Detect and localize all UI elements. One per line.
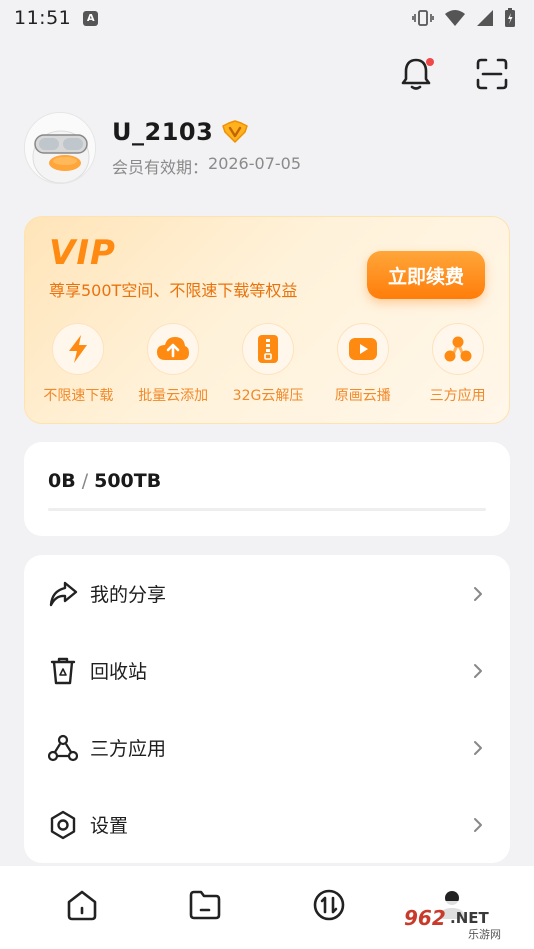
nav-home[interactable] bbox=[52, 875, 112, 935]
profile-info: U_2103 会员有效期： 2026-07-05 bbox=[112, 118, 301, 178]
a-icon: A bbox=[83, 10, 99, 26]
nav-files[interactable] bbox=[175, 875, 235, 935]
feature-third-party-apps[interactable]: 三方应用 bbox=[410, 323, 505, 405]
transfer-icon bbox=[313, 889, 345, 920]
storage-progress-bar bbox=[48, 508, 486, 511]
lightning-icon bbox=[52, 323, 105, 375]
signal-icon bbox=[477, 10, 493, 26]
top-actions bbox=[396, 54, 512, 94]
recycle-bin-icon bbox=[48, 656, 78, 686]
member-expiry: 会员有效期： 2026-07-05 bbox=[112, 154, 301, 178]
feature-unlimited-download[interactable]: 不限速下载 bbox=[31, 323, 126, 405]
feature-label: 批量云添加 bbox=[138, 388, 209, 404]
member-expiry-date: 2026-07-05 bbox=[208, 154, 301, 173]
status-icons bbox=[412, 8, 516, 28]
profile-header[interactable]: U_2103 会员有效期： 2026-07-05 bbox=[24, 112, 301, 184]
member-label: 会员有效期： bbox=[112, 158, 209, 177]
vip-description: 尊享500T空间、不限速下载等权益 bbox=[49, 281, 298, 300]
storage-used: 0B bbox=[48, 470, 76, 492]
scan-icon bbox=[476, 58, 508, 90]
menu-label: 我的分享 bbox=[90, 584, 167, 606]
storage-usage: 0B/500TB bbox=[48, 470, 161, 492]
nav-transfer[interactable] bbox=[299, 875, 359, 935]
menu-label: 设置 bbox=[90, 815, 129, 837]
feature-label: 三方应用 bbox=[429, 388, 486, 404]
notification-button[interactable] bbox=[396, 54, 436, 94]
menu-card: 我的分享 回收站 三方应用 设置 bbox=[24, 555, 510, 863]
feature-label: 原画云播 bbox=[334, 388, 391, 404]
svg-text:乐游网: 乐游网 bbox=[468, 928, 501, 941]
menu-item-third-party-apps[interactable]: 三方应用 bbox=[24, 709, 510, 786]
svg-text:.NET: .NET bbox=[450, 909, 489, 927]
watermark-logo: 962 .NET 乐游网 bbox=[398, 901, 526, 941]
menu-item-recycle-bin[interactable]: 回收站 bbox=[24, 632, 510, 709]
apps-icon bbox=[431, 323, 484, 375]
battery-icon bbox=[505, 8, 515, 27]
vibrate-icon bbox=[412, 10, 434, 26]
home-icon bbox=[67, 890, 97, 920]
share-icon bbox=[48, 579, 78, 609]
feature-label: 不限速下载 bbox=[43, 388, 114, 404]
notification-dot bbox=[426, 58, 434, 66]
chevron-right-icon bbox=[474, 817, 482, 832]
storage-card[interactable]: 0B/500TB bbox=[24, 442, 510, 536]
third-party-apps-icon bbox=[48, 733, 78, 763]
duck-avatar-icon bbox=[25, 113, 95, 183]
status-bar: 11:51 A bbox=[0, 0, 534, 36]
avatar[interactable] bbox=[24, 112, 96, 184]
cloud-upload-icon bbox=[147, 323, 200, 375]
storage-total: 500TB bbox=[94, 470, 162, 492]
wifi-icon bbox=[445, 10, 465, 26]
settings-icon bbox=[48, 810, 78, 840]
feature-cloud-unzip[interactable]: 32G云解压 bbox=[221, 323, 316, 405]
menu-label: 三方应用 bbox=[90, 738, 167, 760]
svg-text:962: 962 bbox=[404, 906, 446, 930]
feature-original-cloud-play[interactable]: 原画云播 bbox=[315, 323, 410, 405]
chevron-right-icon bbox=[474, 663, 482, 678]
scan-button[interactable] bbox=[472, 54, 512, 94]
feature-label: 32G云解压 bbox=[232, 388, 304, 404]
vip-features: 不限速下载 批量云添加 32G云解压 原画云播 三方应用 bbox=[25, 323, 511, 405]
menu-item-my-share[interactable]: 我的分享 bbox=[24, 555, 510, 632]
vip-crown-icon bbox=[222, 120, 249, 143]
folder-icon bbox=[189, 890, 221, 919]
renew-button[interactable]: 立即续费 bbox=[367, 251, 485, 299]
vip-card: VIP 尊享500T空间、不限速下载等权益 立即续费 不限速下载 批量云添加 3… bbox=[24, 216, 510, 424]
chevron-right-icon bbox=[474, 740, 482, 755]
play-icon bbox=[336, 323, 389, 375]
menu-label: 回收站 bbox=[90, 661, 148, 683]
status-time: 11:51 bbox=[14, 7, 72, 29]
feature-batch-cloud-add[interactable]: 批量云添加 bbox=[126, 323, 221, 405]
vip-title: VIP bbox=[49, 233, 116, 273]
menu-item-settings[interactable]: 设置 bbox=[24, 786, 510, 863]
chevron-right-icon bbox=[474, 586, 482, 601]
username-row: U_2103 bbox=[112, 118, 301, 146]
zip-icon bbox=[241, 323, 294, 375]
storage-separator: / bbox=[81, 470, 89, 492]
username: U_2103 bbox=[112, 118, 214, 146]
